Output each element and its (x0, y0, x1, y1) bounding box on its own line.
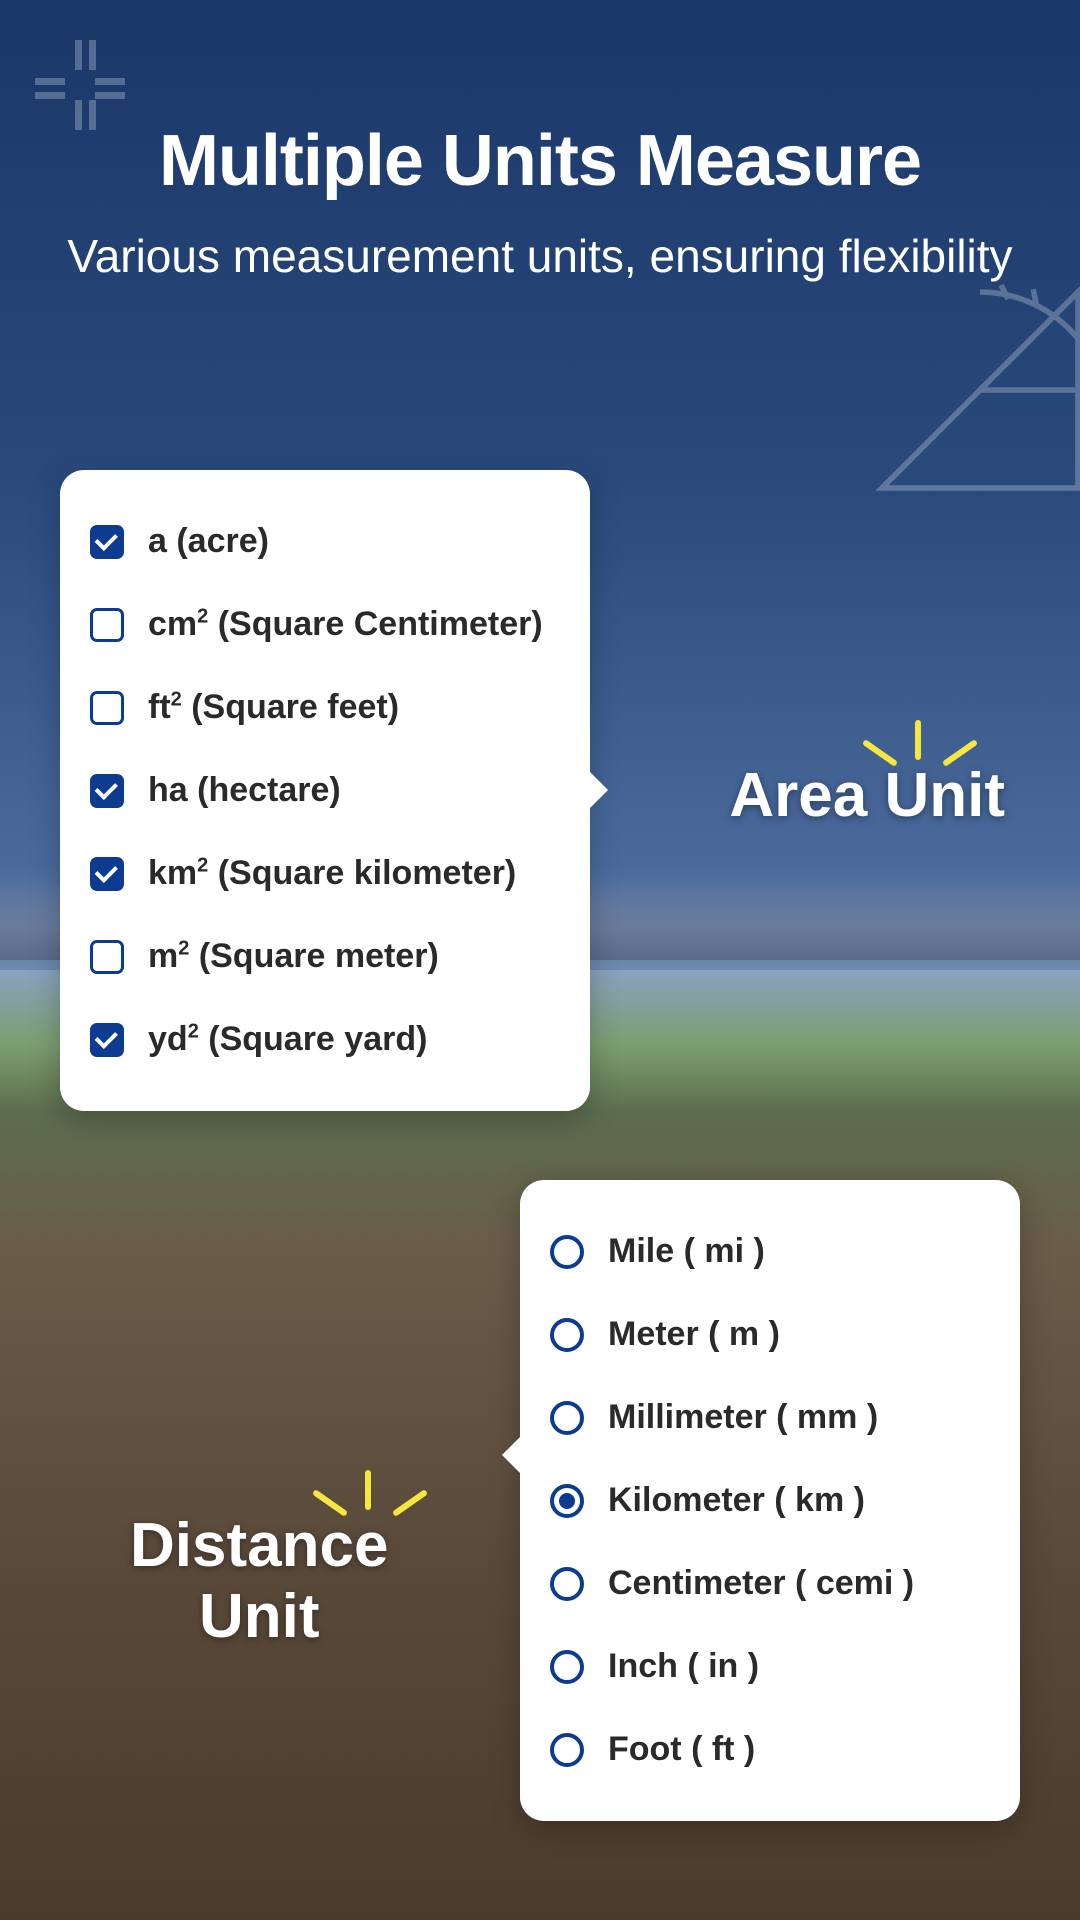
area-unit-option[interactable]: a (acre) (90, 500, 560, 583)
option-label: ha (hectare) (148, 771, 341, 810)
checkbox[interactable] (90, 691, 124, 725)
distance-unit-option[interactable]: Inch ( in ) (550, 1625, 990, 1708)
distance-unit-option[interactable]: Centimeter ( cemi ) (550, 1542, 990, 1625)
area-unit-option[interactable]: m2 (Square meter) (90, 915, 560, 998)
area-unit-heading: Area Unit (729, 760, 1005, 831)
area-unit-option[interactable]: yd2 (Square yard) (90, 998, 560, 1081)
card-pointer-icon (502, 1435, 522, 1475)
area-units-card: a (acre) cm2 (Square Centimeter) ft2 (Squa… (60, 470, 590, 1111)
option-label: Centimeter ( cemi ) (608, 1564, 914, 1603)
option-label: Inch ( in ) (608, 1647, 759, 1686)
option-label: yd2 (Square yard) (148, 1020, 427, 1059)
radio[interactable] (550, 1567, 584, 1601)
distance-unit-option[interactable]: Mile ( mi ) (550, 1210, 990, 1293)
checkbox[interactable] (90, 940, 124, 974)
distance-unit-option[interactable]: Kilometer ( km ) (550, 1459, 990, 1542)
area-unit-option[interactable]: ha (hectare) (90, 749, 560, 832)
option-label: Mile ( mi ) (608, 1232, 765, 1271)
checkbox[interactable] (90, 774, 124, 808)
checkbox[interactable] (90, 857, 124, 891)
option-label: Kilometer ( km ) (608, 1481, 865, 1520)
radio[interactable] (550, 1318, 584, 1352)
distance-unit-heading: Distance Unit (130, 1510, 388, 1653)
option-label: Meter ( m ) (608, 1315, 780, 1354)
radio[interactable] (550, 1650, 584, 1684)
option-label: km2 (Square kilometer) (148, 854, 516, 893)
radio[interactable] (550, 1401, 584, 1435)
distance-unit-option[interactable]: Foot ( ft ) (550, 1708, 990, 1791)
protractor-icon (840, 250, 1080, 530)
area-unit-option[interactable]: ft2 (Square feet) (90, 666, 560, 749)
page-title: Multiple Units Measure (0, 120, 1080, 202)
option-label: m2 (Square meter) (148, 937, 439, 976)
checkbox[interactable] (90, 525, 124, 559)
distance-unit-option[interactable]: Millimeter ( mm ) (550, 1376, 990, 1459)
option-label: ft2 (Square feet) (148, 688, 399, 727)
option-label: a (acre) (148, 522, 269, 561)
distance-units-card: Mile ( mi ) Meter ( m ) Millimeter ( mm ) K… (520, 1180, 1020, 1821)
checkbox[interactable] (90, 1023, 124, 1057)
option-label: Foot ( ft ) (608, 1730, 755, 1769)
area-unit-option[interactable]: cm2 (Square Centimeter) (90, 583, 560, 666)
radio[interactable] (550, 1733, 584, 1767)
card-pointer-icon (588, 770, 608, 810)
radio[interactable] (550, 1235, 584, 1269)
option-label: cm2 (Square Centimeter) (148, 605, 543, 644)
distance-unit-option[interactable]: Meter ( m ) (550, 1293, 990, 1376)
option-label: Millimeter ( mm ) (608, 1398, 878, 1437)
radio[interactable] (550, 1484, 584, 1518)
area-unit-option[interactable]: km2 (Square kilometer) (90, 832, 560, 915)
checkbox[interactable] (90, 608, 124, 642)
page-subtitle: Various measurement units, ensuring flex… (0, 227, 1080, 287)
